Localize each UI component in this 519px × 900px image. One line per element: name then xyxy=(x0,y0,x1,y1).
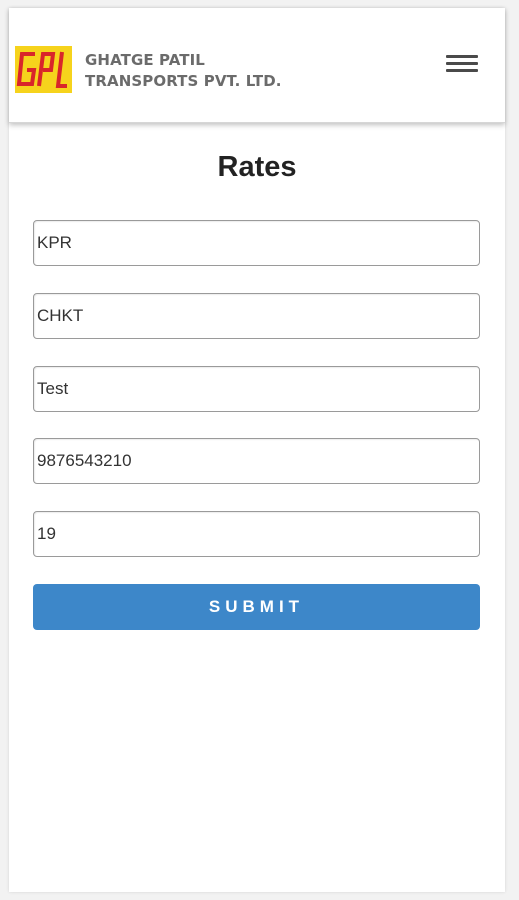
app-screen: GHATGE PATIL TRANSPORTS PVT. LTD. Rates … xyxy=(9,8,505,892)
submit-button[interactable]: SUBMIT xyxy=(33,584,480,630)
page-title: Rates xyxy=(217,151,297,183)
gpl-logo-icon xyxy=(15,46,72,93)
rate-field-1[interactable] xyxy=(33,220,480,266)
rate-field-3[interactable] xyxy=(33,366,480,412)
company-name: GHATGE PATIL TRANSPORTS PVT. LTD. xyxy=(85,50,282,92)
app-header: GHATGE PATIL TRANSPORTS PVT. LTD. xyxy=(9,8,505,123)
rate-field-5[interactable] xyxy=(33,511,480,557)
rate-field-4[interactable] xyxy=(33,438,480,484)
rate-field-2[interactable] xyxy=(33,293,480,339)
company-name-line1: GHATGE PATIL xyxy=(85,51,205,69)
company-logo xyxy=(15,46,72,93)
menu-button[interactable] xyxy=(441,50,481,80)
company-name-line2: TRANSPORTS PVT. LTD. xyxy=(85,72,282,90)
